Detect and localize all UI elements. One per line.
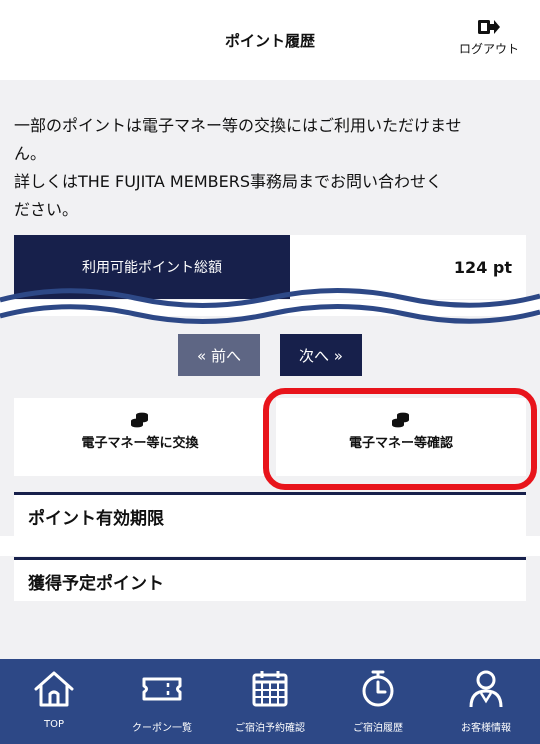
logout-label: ログアウト — [458, 42, 519, 56]
exchange-emoney-button[interactable]: 電子マネー等に交換 — [14, 398, 266, 476]
planned-points-section[interactable]: 獲得予定ポイント — [14, 557, 526, 601]
nav-item-customer-info[interactable]: お客様情報 — [432, 659, 540, 744]
nav-item-reservation-check[interactable]: ご宿泊予約確認 — [216, 659, 324, 744]
logout-button[interactable]: ログアウト — [454, 18, 524, 57]
points-notice: 一部のポイントは電子マネー等の交換にはご利用いただけませ ん。 詳しくはTHE … — [14, 112, 526, 224]
coins-icon — [392, 412, 409, 428]
exchange-emoney-label: 電子マネー等に交換 — [81, 436, 199, 451]
nav-label: TOP — [43, 719, 64, 730]
coins-icon — [131, 412, 148, 428]
nav-label: クーポン一覧 — [132, 723, 192, 734]
next-page-button[interactable]: 次へ » — [280, 334, 362, 376]
points-expiry-section[interactable]: ポイント有効期限 — [14, 492, 526, 536]
confirm-emoney-label: 電子マネー等確認 — [348, 436, 453, 451]
home-icon — [34, 671, 74, 707]
planned-points-title: 獲得予定ポイント — [28, 574, 164, 594]
nav-item-stay-history[interactable]: ご宿泊履歴 — [324, 659, 432, 744]
calendar-icon — [252, 671, 288, 707]
bottom-navigation: TOP クーポン一覧 ご宿泊予約確認 ご宿泊履歴 お客様情報 — [0, 659, 540, 744]
nav-label: ご宿泊予約確認 — [235, 723, 305, 734]
person-icon — [469, 670, 503, 708]
points-expiry-title: ポイント有効期限 — [28, 509, 164, 529]
nav-item-coupons[interactable]: クーポン一覧 — [108, 659, 216, 744]
notice-line: ん。 — [14, 144, 47, 163]
cut-wave-divider — [0, 288, 540, 324]
ticket-icon — [142, 677, 182, 701]
logout-icon — [478, 20, 500, 34]
confirm-emoney-button[interactable]: 電子マネー等確認 — [276, 398, 526, 476]
nav-item-top[interactable]: TOP — [0, 659, 108, 744]
nav-label: ご宿泊履歴 — [353, 723, 403, 734]
nav-label: お客様情報 — [461, 723, 511, 734]
prev-page-button[interactable]: « 前へ — [178, 334, 260, 376]
section-gap — [0, 536, 540, 556]
notice-line: 一部のポイントは電子マネー等の交換にはご利用いただけませ — [14, 116, 462, 135]
notice-line: ださい。 — [14, 200, 79, 219]
app-header: ポイント履歴 ログアウト — [0, 0, 540, 80]
notice-line: 詳しくはTHE FUJITA MEMBERS事務局までお問い合わせく — [14, 172, 442, 191]
stopwatch-icon — [362, 670, 394, 707]
